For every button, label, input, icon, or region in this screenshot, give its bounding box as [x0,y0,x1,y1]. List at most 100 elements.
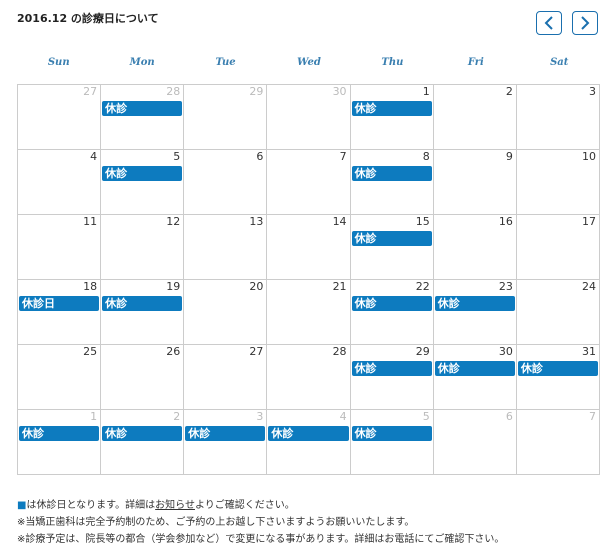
calendar-day-cell[interactable]: 21 [267,280,351,345]
chevron-left-icon [544,16,553,30]
calendar-day-cell[interactable]: 5 休診 [350,410,434,475]
calendar-day-cell[interactable]: 11 [18,215,102,280]
calendar-day-cell[interactable]: 19 休診 [101,280,185,345]
calendar-day-cell[interactable]: 9 [433,150,517,215]
closed-day-label[interactable]: 休診日 [19,296,100,311]
day-number: 3 [588,85,596,98]
day-number: 27 [249,345,264,358]
day-number: 29 [249,85,264,98]
day-number: 21 [332,280,347,293]
calendar-day-cell[interactable]: 5 休診 [101,150,185,215]
day-number: 9 [505,150,513,163]
calendar-day-cell[interactable]: 6 [184,150,268,215]
closed-day-label[interactable]: 休診 [434,361,515,376]
calendar-day-cell[interactable]: 7 [516,410,600,475]
closed-day-label[interactable]: 休診 [19,426,100,441]
day-number: 30 [498,345,513,358]
day-number: 20 [249,280,264,293]
calendar-day-cell[interactable]: 15 休診 [350,215,434,280]
calendar-day-cell[interactable]: 30 [267,85,351,150]
calendar-day-cell[interactable]: 27 [18,85,102,150]
day-number: 30 [332,85,347,98]
closed-day-label[interactable]: 休診 [351,231,432,246]
calendar-day-cell[interactable]: 4 休診 [267,410,351,475]
day-number: 7 [588,410,596,423]
calendar-day-cell[interactable]: 23 休診 [433,280,517,345]
calendar-day-cell[interactable]: 28 [267,345,351,410]
day-number: 18 [83,280,98,293]
calendar-day-cell[interactable]: 26 [101,345,185,410]
calendar-day-cell[interactable]: 18 休診日 [18,280,102,345]
calendar-week: 1 休診 2 休診 3 休診 4 休診 5 休診 6 7 [18,410,600,475]
calendar-day-cell[interactable]: 27 [184,345,268,410]
news-link[interactable]: お知らせ [155,500,195,511]
calendar-day-cell[interactable]: 1 休診 [350,85,434,150]
note-text: は休診日となります。詳細は [26,500,156,511]
day-number: 1 [422,85,430,98]
calendar-day-cell[interactable]: 2 [433,85,517,150]
closed-day-label[interactable]: 休診 [351,166,432,181]
closed-day-label[interactable]: 休診 [102,166,183,181]
closed-day-label[interactable]: 休診 [185,426,266,441]
closed-day-label[interactable]: 休診 [268,426,349,441]
calendar-day-cell[interactable]: 2 休診 [101,410,185,475]
note-line-2: ※当矯正歯科は完全予約制のため、ご予約の上お越し下さいますようお願いいたします。 [17,517,415,528]
calendar-day-cell[interactable]: 12 [101,215,185,280]
day-number: 2 [173,410,181,423]
calendar-day-cell[interactable]: 13 [184,215,268,280]
calendar-day-cell[interactable]: 3 [516,85,600,150]
day-number: 3 [256,410,264,423]
weekday-label: Mon [129,57,155,68]
day-number: 27 [83,85,98,98]
day-number: 5 [422,410,430,423]
calendar-day-cell[interactable]: 24 [516,280,600,345]
calendar-grid: 27 28 休診 29 30 1 休診 2 3 4 5 休診 6 7 8 休診 9 10 11 12 13 14 15 休診 1… [17,84,600,475]
closed-day-label[interactable]: 休診 [102,101,183,116]
closed-day-label[interactable]: 休診 [351,296,432,311]
day-number: 26 [166,345,181,358]
closed-day-label[interactable]: 休診 [351,101,432,116]
day-number: 2 [505,85,513,98]
day-number: 25 [83,345,98,358]
calendar-day-cell[interactable]: 25 [18,345,102,410]
day-number: 10 [581,150,596,163]
calendar-week: 27 28 休診 29 30 1 休診 2 3 [18,85,600,150]
calendar-day-cell[interactable]: 30 休診 [433,345,517,410]
calendar-day-cell[interactable]: 29 休診 [350,345,434,410]
day-number: 11 [83,215,98,228]
calendar-day-cell[interactable]: 31 休診 [516,345,600,410]
calendar-day-cell[interactable]: 29 [184,85,268,150]
day-number: 12 [166,215,181,228]
day-number: 22 [415,280,430,293]
calendar-day-cell[interactable]: 1 休診 [18,410,102,475]
calendar-day-cell[interactable]: 28 休診 [101,85,185,150]
day-number: 13 [249,215,264,228]
calendar-day-cell[interactable]: 10 [516,150,600,215]
weekday-label: Tue [215,57,236,68]
closed-day-label[interactable]: 休診 [517,361,598,376]
calendar-day-cell[interactable]: 7 [267,150,351,215]
day-number: 16 [498,215,513,228]
calendar-day-cell[interactable]: 14 [267,215,351,280]
closed-day-label[interactable]: 休診 [102,296,183,311]
day-number: 4 [90,150,98,163]
closed-day-label[interactable]: 休診 [434,296,515,311]
prev-month-button[interactable] [536,11,562,35]
next-month-button[interactable] [572,11,598,35]
closed-day-label[interactable]: 休診 [102,426,183,441]
calendar-day-cell[interactable]: 16 [433,215,517,280]
day-number: 19 [166,280,181,293]
closed-day-label[interactable]: 休診 [351,361,432,376]
day-number: 7 [339,150,347,163]
calendar-day-cell[interactable]: 3 休診 [184,410,268,475]
calendar-day-cell[interactable]: 22 休診 [350,280,434,345]
calendar-day-cell[interactable]: 8 休診 [350,150,434,215]
closed-day-label[interactable]: 休診 [351,426,432,441]
calendar-day-cell[interactable]: 6 [433,410,517,475]
day-number: 6 [256,150,264,163]
calendar-day-cell[interactable]: 20 [184,280,268,345]
calendar-day-cell[interactable]: 4 [18,150,102,215]
calendar-day-cell[interactable]: 17 [516,215,600,280]
notes: ■は休診日となります。詳細はお知らせよりご確認ください。 ※当矯正歯科は完全予約… [17,497,504,548]
weekday-label: Sat [550,57,569,68]
